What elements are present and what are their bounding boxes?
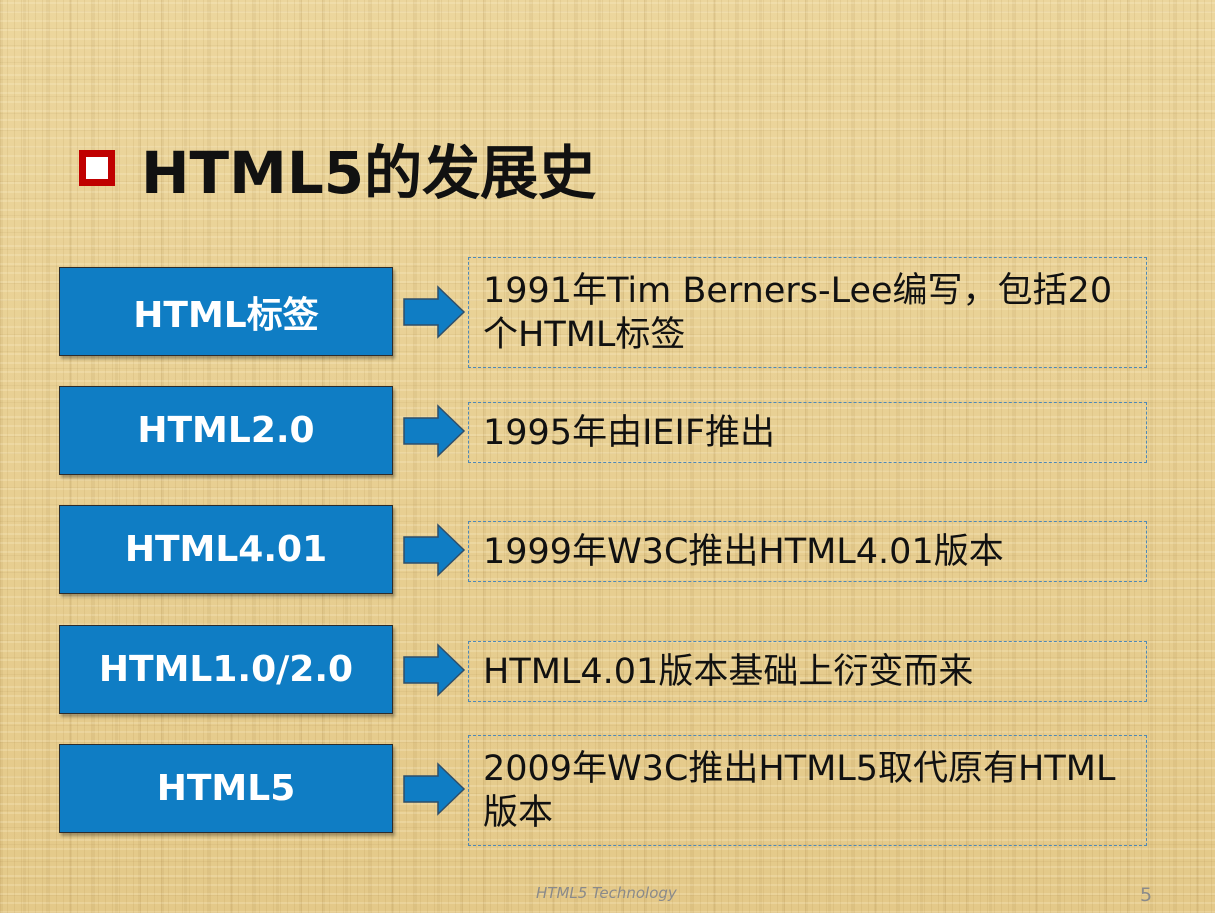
timeline-description: 1995年由IEIF推出 (483, 412, 775, 453)
right-arrow-icon (403, 523, 466, 577)
timeline-description-box: HTML4.01版本基础上衍变而来 (468, 641, 1147, 702)
timeline-description: HTML4.01版本基础上衍变而来 (483, 651, 974, 692)
slide-title: HTML5的发展史 (141, 139, 597, 207)
timeline-label-box: HTML2.0 (59, 386, 393, 475)
right-arrow-icon (403, 404, 466, 458)
timeline-description-box: 1999年W3C推出HTML4.01版本 (468, 521, 1147, 582)
right-arrow-icon (403, 285, 466, 339)
slide-footer: HTML5 Technology (536, 884, 677, 902)
right-arrow-icon (403, 762, 466, 816)
slide-title-row: HTML5的发展史 (79, 128, 596, 208)
timeline-description-box: 1991年Tim Berners-Lee编写，包括20个HTML标签 (468, 257, 1147, 368)
timeline-label-box: HTML4.01 (59, 505, 393, 594)
timeline-description: 1991年Tim Berners-Lee编写，包括20个HTML标签 (483, 270, 1113, 355)
timeline-description-box: 1995年由IEIF推出 (468, 402, 1147, 463)
timeline-label-box: HTML1.0/2.0 (59, 625, 393, 714)
timeline-label-box: HTML5 (59, 744, 393, 833)
square-bullet-icon (79, 150, 115, 186)
page-number: 5 (1140, 884, 1153, 906)
timeline-label-box: HTML标签 (59, 267, 393, 356)
timeline-description-box: 2009年W3C推出HTML5取代原有HTML版本 (468, 735, 1147, 846)
timeline-description: 1999年W3C推出HTML4.01版本 (483, 531, 1004, 572)
timeline-description: 2009年W3C推出HTML5取代原有HTML版本 (483, 748, 1116, 833)
right-arrow-icon (403, 643, 466, 697)
